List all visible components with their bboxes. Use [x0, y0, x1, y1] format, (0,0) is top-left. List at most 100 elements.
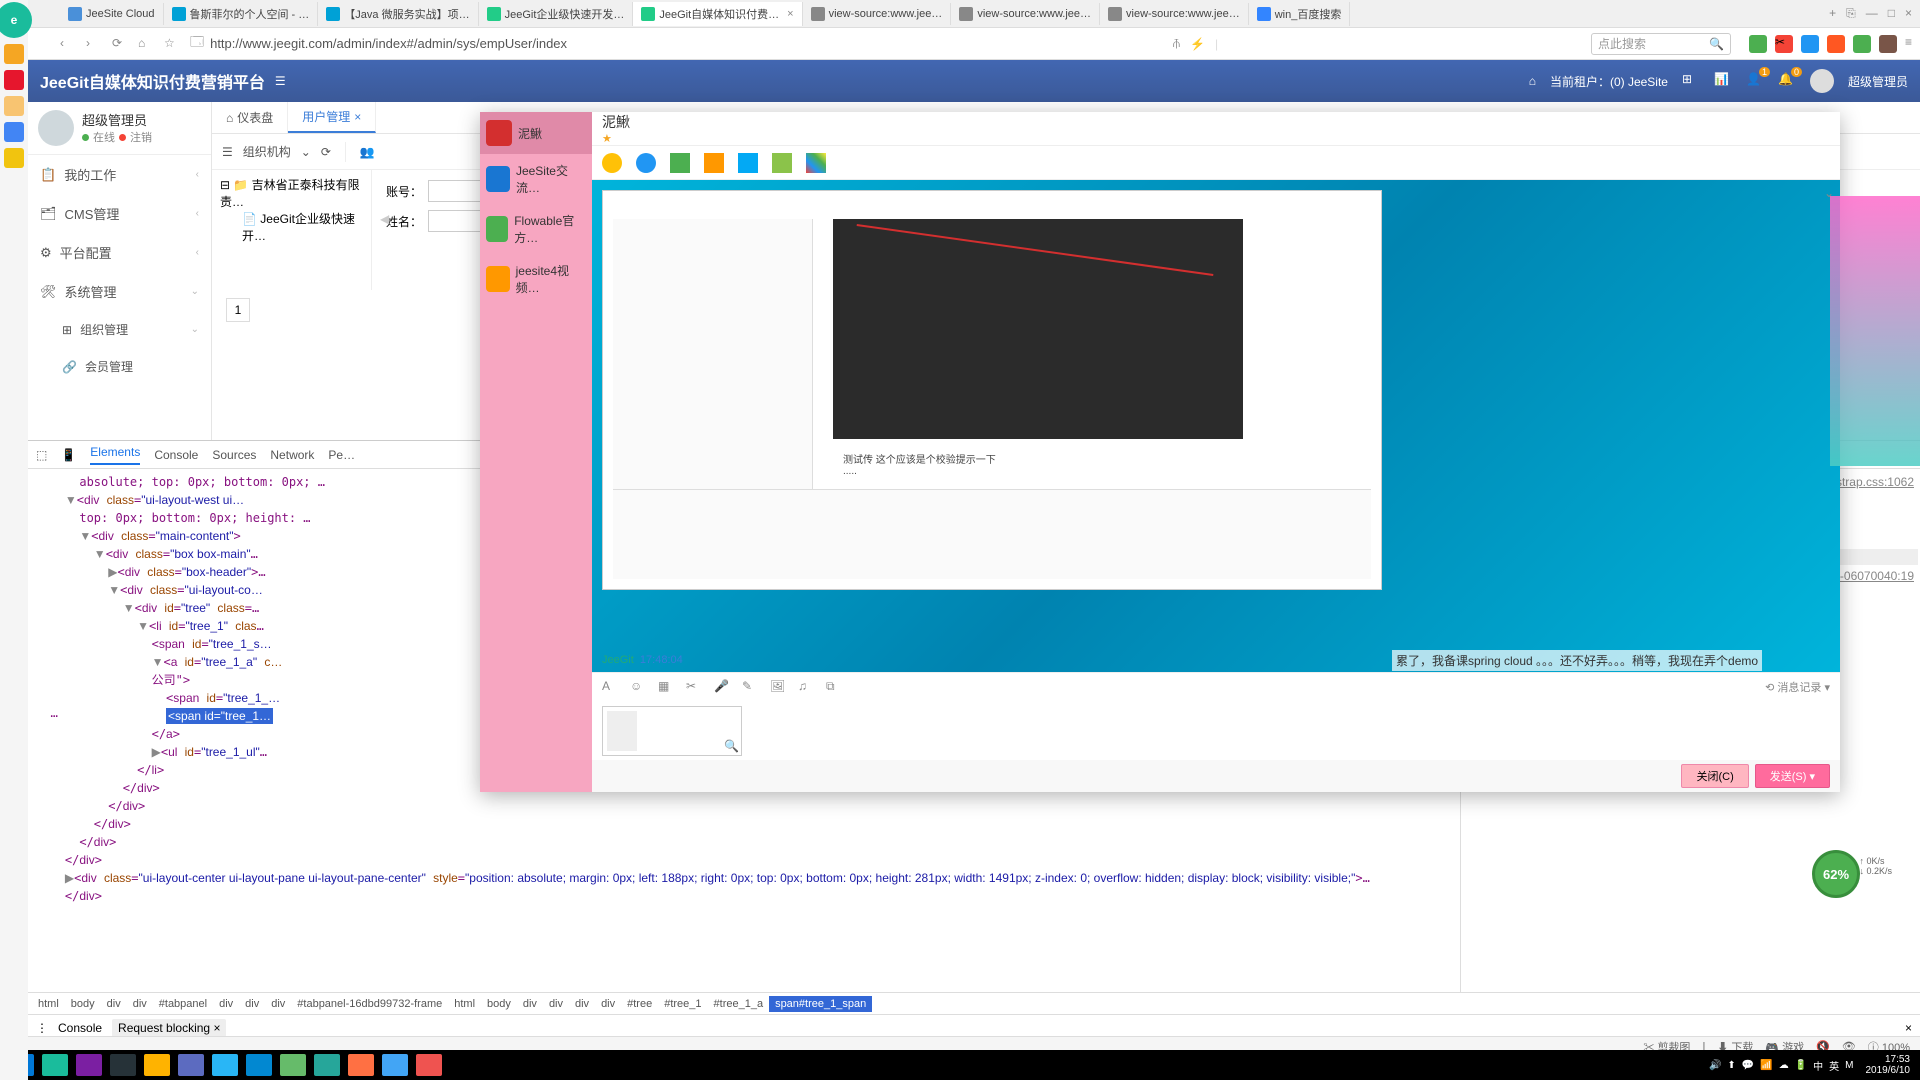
taskbar-app[interactable]	[178, 1054, 204, 1076]
video-icon[interactable]	[636, 153, 656, 173]
font-icon[interactable]: A	[602, 679, 618, 695]
close-icon[interactable]: ×	[213, 1021, 220, 1035]
remote-icon[interactable]	[738, 153, 758, 173]
new-tab-button[interactable]: +	[1829, 6, 1836, 21]
tray-icon[interactable]: 💬	[1742, 1060, 1754, 1071]
back-button[interactable]: ‹	[60, 36, 76, 52]
home-button[interactable]: ⌂	[138, 36, 154, 52]
sidebar-item-member[interactable]: 🔗会员管理	[28, 348, 211, 385]
tab-elements[interactable]: Elements	[90, 445, 140, 465]
browser-tab[interactable]: JeeGit企业级快速开发…	[479, 2, 634, 26]
message-image[interactable]: 测试传 这个应该是个校验提示一下.....	[602, 190, 1382, 590]
browser-tab[interactable]: JeeSite Cloud	[60, 3, 164, 25]
close-icon[interactable]: ×	[1905, 1021, 1912, 1035]
tray-icon[interactable]: 📶	[1760, 1060, 1772, 1071]
gif-icon[interactable]: ▦	[658, 679, 674, 695]
taskbar-app[interactable]	[280, 1054, 306, 1076]
browser-tab[interactable]: win_百度搜索	[1249, 2, 1351, 26]
taskbar-app[interactable]	[110, 1054, 136, 1076]
tab-performance[interactable]: Pe…	[328, 448, 355, 462]
browser-tab[interactable]: view-source:www.jee…	[951, 3, 1100, 25]
close-window-button[interactable]: ×	[1905, 6, 1912, 21]
ext-icon[interactable]	[1827, 35, 1845, 53]
tray-icon[interactable]: ☁	[1779, 1060, 1789, 1071]
browser-tab[interactable]: view-source:www.jee…	[1100, 3, 1249, 25]
screen-icon[interactable]	[670, 153, 690, 173]
taskbar-app[interactable]	[212, 1054, 238, 1076]
browser-tab[interactable]: JeeGit自媒体知识付费…×	[633, 2, 802, 26]
tab-sources[interactable]: Sources	[212, 448, 256, 462]
minimize-button[interactable]: —	[1866, 6, 1878, 21]
username-label[interactable]: 超级管理员	[1848, 73, 1908, 90]
messages-icon[interactable]: 🔔0	[1778, 72, 1796, 90]
docs-icon[interactable]	[4, 122, 24, 142]
flash-icon[interactable]: ⚡	[1190, 37, 1205, 51]
taskbar-app[interactable]	[314, 1054, 340, 1076]
edit-icon[interactable]: ✎	[742, 679, 758, 695]
sidebar-item-system[interactable]: 🛠系统管理⌄	[28, 272, 211, 311]
chat-input[interactable]: 🔍	[592, 700, 1840, 760]
close-icon[interactable]: ×	[787, 8, 793, 20]
message-history-link[interactable]: ⟲ 消息记录 ▾	[1765, 679, 1830, 695]
wallet-icon[interactable]	[4, 96, 24, 116]
dashboard-icon[interactable]: 📊	[1714, 72, 1732, 90]
ext-icon[interactable]	[1879, 35, 1897, 53]
search-icon[interactable]: 🔍	[1709, 37, 1724, 51]
tab-console[interactable]: Console	[154, 448, 198, 462]
browser-tab[interactable]: 鲁斯菲尔的个人空间 - …	[164, 2, 319, 26]
browser-tab[interactable]: 【Java 微服务实战】项…	[318, 2, 478, 26]
ext-icon[interactable]	[1853, 35, 1871, 53]
browser-search-input[interactable]: 点此搜索 🔍	[1591, 33, 1731, 55]
star-icon[interactable]: ★	[602, 132, 1830, 145]
collapse-handle[interactable]: ◀	[380, 212, 389, 226]
page-number[interactable]: 1	[226, 298, 250, 322]
taskbar-app[interactable]	[382, 1054, 408, 1076]
taskbar-app[interactable]	[348, 1054, 374, 1076]
tree-node[interactable]: 📄 JeeGit企业级快速开…	[220, 210, 363, 244]
chat-messages[interactable]: 测试传 这个应该是个校验提示一下..... 累了，我备课spring cloud…	[592, 180, 1840, 672]
taskbar-app[interactable]	[416, 1054, 442, 1076]
send-button[interactable]: 发送(S) ▾	[1755, 764, 1830, 788]
ext-icon[interactable]	[1801, 35, 1819, 53]
speed-badge[interactable]: 62%	[1812, 850, 1860, 898]
search-icon[interactable]: 🔍	[724, 739, 739, 753]
drawer-tab-console[interactable]: Console	[58, 1021, 102, 1035]
tree-node[interactable]: ⊟ 📁 吉林省正泰科技有限责…	[220, 176, 363, 210]
drawer-tab-reqblock[interactable]: Request blocking ×	[112, 1019, 226, 1037]
menu-toggle-button[interactable]: ☰	[275, 74, 286, 88]
address-bar[interactable]: 🗔 http://www.jeegit.com/admin/index#/adm…	[190, 33, 790, 55]
weibo-icon[interactable]	[4, 70, 24, 90]
sidebar-item-cms[interactable]: 🗂CMS管理‹	[28, 194, 211, 233]
restore-button[interactable]: ⎘	[1846, 6, 1856, 21]
pasted-image-thumb[interactable]: 🔍	[602, 706, 742, 756]
refresh-icon[interactable]: ⟳	[321, 145, 331, 159]
device-icon[interactable]: 📱	[61, 448, 76, 462]
shop-icon[interactable]	[4, 148, 24, 168]
notifications-icon[interactable]: 👤1	[1746, 72, 1764, 90]
tray-icon[interactable]: ⬆	[1727, 1060, 1735, 1071]
drawer-menu-icon[interactable]: ⋮	[36, 1021, 48, 1035]
tab-network[interactable]: Network	[270, 448, 314, 462]
star-button[interactable]: ☆	[164, 36, 180, 52]
ext-icon[interactable]	[1749, 35, 1767, 53]
voice-msg-icon[interactable]: 🎤	[714, 679, 730, 695]
taskbar-app[interactable]	[144, 1054, 170, 1076]
favorites-icon[interactable]	[4, 44, 24, 64]
tab-dashboard[interactable]: ⌂仪表盘	[212, 102, 288, 133]
ad-overlay[interactable]	[1830, 196, 1920, 466]
menu-icon[interactable]: ≡	[1905, 35, 1912, 53]
close-icon[interactable]: ×	[354, 110, 361, 124]
music-icon[interactable]: ♫	[798, 679, 814, 695]
folder-icon[interactable]	[704, 153, 724, 173]
emoji-icon[interactable]: ☺	[630, 679, 646, 695]
reload-button[interactable]: ⟳	[112, 36, 128, 52]
inspect-icon[interactable]: ⬚	[36, 448, 47, 462]
tray-icon[interactable]: 英	[1829, 1058, 1839, 1073]
avatar[interactable]	[1810, 69, 1834, 93]
voice-icon[interactable]	[602, 153, 622, 173]
sidebar-item-platform[interactable]: ⚙平台配置‹	[28, 233, 211, 272]
chat-contact[interactable]: Flowable官方…	[480, 204, 592, 254]
browser-logo-icon[interactable]: e	[0, 2, 32, 38]
taskbar-app[interactable]	[76, 1054, 102, 1076]
chat-contact[interactable]: JeeSite交流…	[480, 154, 592, 204]
